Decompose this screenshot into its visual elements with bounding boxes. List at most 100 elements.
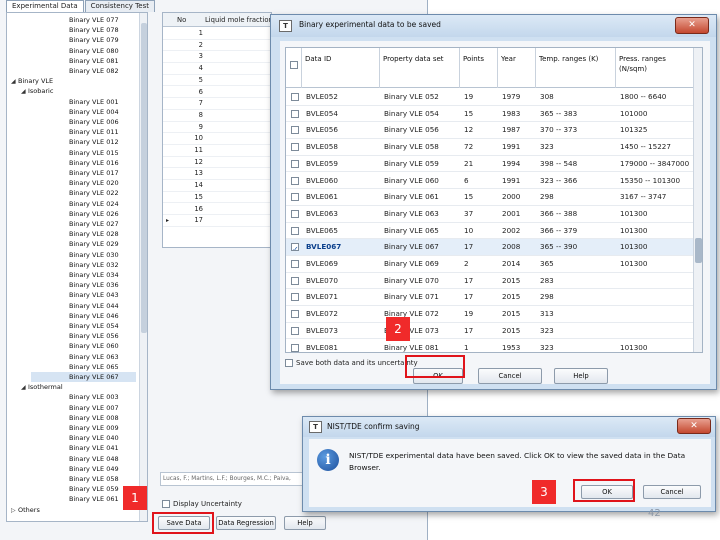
- tree-item[interactable]: Binary VLE 007: [31, 403, 136, 413]
- table-row[interactable]: BVLE072 Binary VLE 072 19 2015 313: [286, 306, 702, 323]
- table-row[interactable]: BVLE071 Binary VLE 071 17 2015 298: [286, 289, 702, 307]
- tree-item[interactable]: Binary VLE 017: [31, 168, 136, 178]
- tree-item[interactable]: Binary VLE 060: [31, 341, 136, 351]
- dialog1-help-button[interactable]: Help: [554, 368, 608, 384]
- tree-item[interactable]: Binary VLE 004: [31, 107, 136, 117]
- tree-item[interactable]: Binary VLE 036: [31, 280, 136, 290]
- tree-item[interactable]: Binary VLE 056: [31, 331, 136, 341]
- tree-expander-icon[interactable]: ◢: [21, 383, 28, 393]
- tree-item[interactable]: Binary VLE 063: [31, 352, 136, 362]
- tree-item[interactable]: ◢ Isobaric: [21, 86, 136, 96]
- grid-row[interactable]: 6: [163, 87, 271, 99]
- tree-item[interactable]: Binary VLE 058: [31, 474, 136, 484]
- grid-row[interactable]: 13: [163, 168, 271, 181]
- table-row[interactable]: BVLE061 Binary VLE 061 15 2000 298 3167 -- 37…: [286, 189, 702, 206]
- tree-item[interactable]: Binary VLE 041: [31, 443, 136, 453]
- table-row[interactable]: BVLE060 Binary VLE 060 6 1991 323 -- 366 1535…: [286, 173, 702, 190]
- tree-item[interactable]: Binary VLE 009: [31, 423, 136, 433]
- row-checkbox[interactable]: [291, 93, 299, 101]
- table-row[interactable]: BVLE052 Binary VLE 052 19 1979 308 1800 -- 66…: [286, 89, 702, 106]
- tree-item[interactable]: Binary VLE 080: [31, 46, 136, 56]
- tree-item[interactable]: Binary VLE 008: [31, 413, 136, 423]
- table-row[interactable]: BVLE063 Binary VLE 063 37 2001 366 -- 388 101…: [286, 206, 702, 223]
- save-both-option[interactable]: Save both data and its uncertainty: [285, 359, 418, 367]
- dialog1-close-button[interactable]: ✕: [675, 17, 709, 34]
- grid-row[interactable]: 16: [163, 204, 271, 216]
- table-row[interactable]: BVLE056 Binary VLE 056 12 1987 370 -- 373 101…: [286, 122, 702, 140]
- row-checkbox[interactable]: [291, 310, 299, 319]
- row-checkbox[interactable]: [291, 159, 299, 168]
- tree-item[interactable]: Binary VLE 001: [31, 97, 136, 107]
- tree-item[interactable]: Binary VLE 082: [31, 66, 136, 76]
- row-checkbox[interactable]: [291, 126, 299, 135]
- display-uncertainty-option[interactable]: Display Uncertainty: [162, 500, 242, 508]
- help-button[interactable]: Help: [284, 516, 326, 530]
- tree-item[interactable]: Binary VLE 059: [31, 484, 136, 494]
- tree-item[interactable]: Binary VLE 061: [31, 494, 136, 504]
- data-tree[interactable]: Binary VLE 077 Binary VLE 078 Binary VLE 0…: [6, 12, 148, 522]
- tree-item[interactable]: Binary VLE 020: [31, 178, 136, 188]
- table-row[interactable]: BVLE065 Binary VLE 065 10 2002 366 -- 379 101…: [286, 223, 702, 240]
- tree-item[interactable]: Binary VLE 032: [31, 260, 136, 270]
- grid-row[interactable]: 14: [163, 180, 271, 192]
- tree-item[interactable]: Binary VLE 029: [31, 239, 136, 249]
- row-checkbox[interactable]: [291, 176, 299, 185]
- row-checkbox[interactable]: [291, 243, 299, 252]
- grid-row[interactable]: ▸ 17: [163, 215, 271, 227]
- grid-row[interactable]: 8: [163, 110, 271, 122]
- tree-item[interactable]: Binary VLE 003: [31, 392, 136, 402]
- table-row[interactable]: BVLE058 Binary VLE 058 72 1991 323 1450 -- 15…: [286, 139, 702, 156]
- dialog2-cancel-button[interactable]: Cancel: [643, 485, 701, 499]
- table-row[interactable]: BVLE069 Binary VLE 069 2 2014 365 101300: [286, 256, 702, 273]
- row-checkbox[interactable]: [291, 193, 299, 202]
- tree-expander-icon[interactable]: ▷: [11, 506, 18, 516]
- table-row[interactable]: BVLE081 Binary VLE 081 1 1953 323 101300: [286, 340, 702, 353]
- grid-row[interactable]: 2: [163, 40, 271, 52]
- tree-item[interactable]: Binary VLE 065: [31, 362, 136, 372]
- tab-experimental-data[interactable]: Experimental Data: [6, 0, 84, 12]
- row-checkbox[interactable]: [291, 260, 299, 268]
- tree-item[interactable]: ▷ Others: [11, 505, 136, 515]
- tree-item[interactable]: Binary VLE 006: [31, 117, 136, 127]
- dialog2-titlebar[interactable]: T NIST/TDE confirm saving ✕: [303, 417, 715, 437]
- grid-row[interactable]: 5: [163, 75, 271, 87]
- grid-row[interactable]: 11: [163, 145, 271, 157]
- tree-item[interactable]: Binary VLE 081: [31, 56, 136, 66]
- grid-row[interactable]: 12: [163, 157, 271, 169]
- dialog1-cancel-button[interactable]: Cancel: [478, 368, 542, 384]
- tree-scroll-thumb[interactable]: [141, 23, 147, 333]
- tree-item[interactable]: Binary VLE 078: [31, 25, 136, 35]
- grid-row[interactable]: 9: [163, 122, 271, 134]
- tree-item[interactable]: ◢ Binary VLE: [11, 76, 136, 86]
- tree-expander-icon[interactable]: ◢: [11, 77, 18, 87]
- table-row[interactable]: BVLE059 Binary VLE 059 21 1994 398 -- 548 179…: [286, 156, 702, 173]
- tree-item[interactable]: Binary VLE 044: [31, 301, 136, 311]
- tree-scrollbar[interactable]: [139, 13, 147, 521]
- table-scroll-thumb[interactable]: [695, 238, 702, 263]
- tree-item[interactable]: Binary VLE 040: [31, 433, 136, 443]
- tree-item[interactable]: Binary VLE 026: [31, 209, 136, 219]
- tree-item[interactable]: Binary VLE 028: [31, 229, 136, 239]
- grid-row[interactable]: 1: [163, 28, 271, 40]
- row-checkbox[interactable]: [291, 293, 299, 302]
- save-both-checkbox[interactable]: [285, 359, 293, 367]
- tree-item[interactable]: Binary VLE 049: [31, 464, 136, 474]
- tree-item[interactable]: Binary VLE 067: [31, 372, 136, 383]
- table-row[interactable]: BVLE067 Binary VLE 067 17 2008 365 -- 390 101…: [286, 239, 702, 256]
- table-row[interactable]: BVLE054 Binary VLE 054 15 1983 365 -- 383 101…: [286, 106, 702, 123]
- tree-item[interactable]: Binary VLE 027: [31, 219, 136, 229]
- grid-row[interactable]: 4: [163, 63, 271, 75]
- table-scrollbar[interactable]: [693, 48, 702, 352]
- tree-item[interactable]: Binary VLE 054: [31, 321, 136, 331]
- tree-item[interactable]: Binary VLE 048: [31, 454, 136, 464]
- tree-item[interactable]: Binary VLE 034: [31, 270, 136, 280]
- data-grid[interactable]: No Liquid mole fraction 1 2 3 4 5 6 7 8 9 10 11 12 1…: [162, 12, 272, 248]
- grid-row[interactable]: 7: [163, 98, 271, 110]
- grid-row[interactable]: 10: [163, 133, 271, 145]
- tree-item[interactable]: Binary VLE 015: [31, 148, 136, 158]
- tree-item[interactable]: Binary VLE 079: [31, 35, 136, 45]
- tree-item[interactable]: Binary VLE 030: [31, 250, 136, 260]
- tree-item[interactable]: ◢ Isothermal: [21, 382, 136, 392]
- reference-field[interactable]: Lucas, F.; Martins, L.F.; Bourges, M.C.;…: [160, 472, 310, 486]
- row-checkbox[interactable]: [291, 109, 299, 118]
